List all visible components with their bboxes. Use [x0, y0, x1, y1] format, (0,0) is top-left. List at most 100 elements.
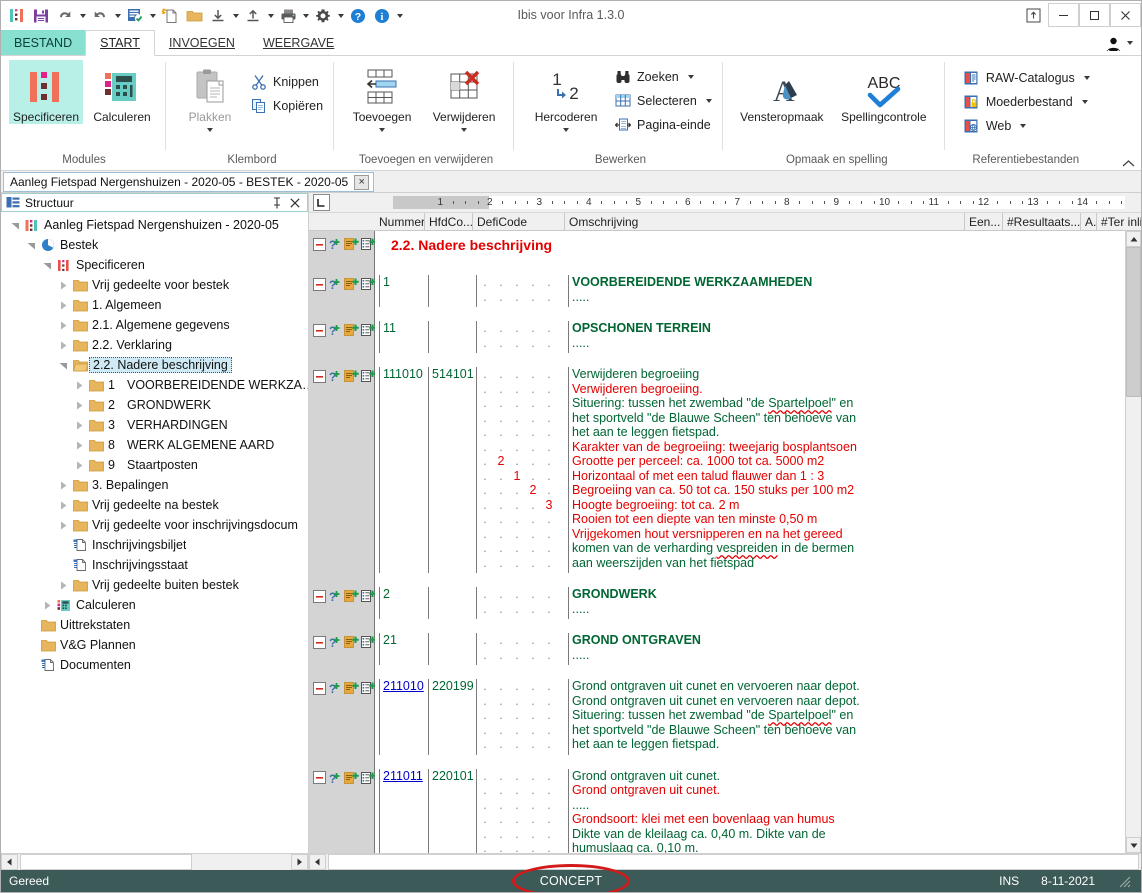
- save-icon[interactable]: [29, 4, 53, 28]
- column-header-deficode[interactable]: DefiCode: [473, 213, 565, 230]
- tab-stop-selector[interactable]: [309, 193, 333, 212]
- nummer-value[interactable]: 211011: [383, 769, 423, 783]
- cell-deficode[interactable]: ..........: [477, 275, 569, 307]
- tree-item-inschrijvingsstaat[interactable]: Inschrijvingsstaat: [1, 555, 308, 575]
- row-bestekspost-111010[interactable]: 111010 514101............................…: [379, 367, 1119, 573]
- cell-nummer[interactable]: 2: [379, 587, 429, 619]
- document-tab-close-icon[interactable]: ×: [354, 174, 370, 190]
- export-icon[interactable]: [241, 4, 265, 28]
- structure-hscroll-thumb[interactable]: [20, 854, 192, 870]
- tree-item-2-2-verklaring[interactable]: 2.2. Verklaring: [1, 335, 308, 355]
- structure-hscrollbar[interactable]: [1, 853, 308, 870]
- cell-hfdcode[interactable]: [429, 633, 477, 665]
- import-icon[interactable]: [206, 4, 230, 28]
- document-hscrollbar[interactable]: [309, 853, 1141, 870]
- settings-dropdown-caret-icon[interactable]: [335, 4, 346, 28]
- tree-twisty-expanded-icon[interactable]: [55, 361, 71, 370]
- tree-item-verhardingen[interactable]: 3 VERHARDINGEN: [1, 415, 308, 435]
- hercoderen-button[interactable]: 1 2 Hercoderen: [525, 60, 607, 136]
- web-dropdown-caret-icon[interactable]: [1020, 123, 1027, 128]
- close-button[interactable]: [1110, 3, 1141, 27]
- cell-deficode[interactable]: ..........: [477, 587, 569, 619]
- validate-icon[interactable]: [123, 4, 147, 28]
- export-dropdown-caret-icon[interactable]: [265, 4, 276, 28]
- tree-item-specificeren[interactable]: Specificeren: [1, 255, 308, 275]
- calculeren-button[interactable]: Calculeren: [85, 60, 159, 124]
- document-tab[interactable]: Aanleg Fietspad Nergenshuizen - 2020-05 …: [3, 172, 375, 192]
- resize-grip-icon[interactable]: [1117, 874, 1131, 888]
- row-paragraaf-21[interactable]: 21.......... GROND ONTGRAVEN.....: [379, 633, 1119, 665]
- settings-gear-icon[interactable]: [311, 4, 335, 28]
- note-add-icon[interactable]: [344, 369, 359, 386]
- tree-item-1-algemeen[interactable]: 1. Algemeen: [1, 295, 308, 315]
- tree-item-aanleg-fietspad-nergenshuizen-2020-05[interactable]: Aanleg Fietspad Nergenshuizen - 2020-05: [1, 215, 308, 235]
- note-add-icon[interactable]: [344, 771, 359, 788]
- row-gutter-controls[interactable]: ?: [313, 681, 376, 698]
- toevoegen-dropdown-caret-icon[interactable]: [379, 124, 386, 136]
- row-gutter[interactable]: ????????: [309, 231, 376, 853]
- row-paragraaf-11[interactable]: 11.......... OPSCHONEN TERREIN.....: [379, 321, 1119, 353]
- row-gutter-controls[interactable]: ?: [313, 277, 376, 294]
- question-add-icon[interactable]: ?: [328, 589, 342, 606]
- raw-catalogus-button[interactable]: RAW-Catalogus: [958, 66, 1094, 89]
- tree-item-grondwerk[interactable]: 2 GRONDWERK: [1, 395, 308, 415]
- cell-hfdcode[interactable]: [429, 587, 477, 619]
- column-header-omschrijving[interactable]: Omschrijving: [565, 213, 965, 230]
- print-icon[interactable]: [276, 4, 300, 28]
- nummer-value[interactable]: 211010: [383, 679, 424, 693]
- row-gutter-controls[interactable]: ?: [313, 323, 376, 340]
- document-vscrollbar[interactable]: [1125, 231, 1141, 853]
- collapse-minus-icon[interactable]: [313, 277, 326, 294]
- collapse-minus-icon[interactable]: [313, 771, 326, 787]
- row-gutter-controls[interactable]: ?: [313, 771, 376, 788]
- cell-omschrijving[interactable]: Verwijderen begroeiing Verwijderen begroe…: [569, 367, 1119, 573]
- tree-item-calculeren[interactable]: Calculeren: [1, 595, 308, 615]
- question-add-icon[interactable]: ?: [328, 635, 342, 652]
- tree-item-vrij-gedeelte-voor-bestek[interactable]: Vrij gedeelte voor bestek: [1, 275, 308, 295]
- tree-twisty-expanded-icon[interactable]: [7, 221, 23, 230]
- question-add-icon[interactable]: ?: [328, 681, 342, 698]
- vensteropmaak-button[interactable]: A Vensteropmaak: [736, 66, 828, 124]
- ribbon-display-options-icon[interactable]: [1018, 1, 1048, 30]
- note-add-icon[interactable]: [344, 635, 359, 652]
- vscroll-thumb[interactable]: [1126, 247, 1141, 397]
- document-body[interactable]: 2.2. Nadere beschrijving 1.......... VOOR…: [375, 231, 1125, 853]
- plakken-dropdown-caret-icon[interactable]: [207, 124, 213, 136]
- cell-nummer[interactable]: 1: [379, 275, 429, 307]
- tree-item-uittrekstaten[interactable]: Uittrekstaten: [1, 615, 308, 635]
- tree-twisty-collapsed-icon[interactable]: [71, 421, 87, 430]
- row-gutter-controls[interactable]: ?: [313, 589, 376, 606]
- account-menu[interactable]: [1104, 30, 1141, 56]
- plakken-button[interactable]: Plakken: [177, 60, 243, 136]
- collapse-ribbon-button[interactable]: [1122, 159, 1135, 168]
- row-hoofdstuk-2[interactable]: 2.......... GRONDWERK.....: [379, 587, 1119, 619]
- column-header-hfdcode[interactable]: HfdCo...: [425, 213, 473, 230]
- selecteren-button[interactable]: Selecteren: [609, 89, 716, 112]
- help-icon[interactable]: ?: [346, 4, 370, 28]
- verwijderen-dropdown-caret-icon[interactable]: [461, 124, 468, 136]
- cell-hfdcode[interactable]: [429, 321, 477, 353]
- new-document-icon[interactable]: [158, 4, 182, 28]
- undo-icon[interactable]: [53, 4, 77, 28]
- tree-twisty-expanded-icon[interactable]: [39, 261, 55, 270]
- structure-hscroll-right-button[interactable]: [291, 854, 308, 870]
- tree-twisty-collapsed-icon[interactable]: [71, 441, 87, 450]
- cell-hfdcode[interactable]: 220199: [429, 679, 477, 755]
- minimize-button[interactable]: [1048, 3, 1079, 27]
- redo-icon[interactable]: [88, 4, 112, 28]
- cell-nummer[interactable]: 211011: [379, 768, 429, 853]
- vscroll-track[interactable]: [1126, 247, 1141, 837]
- tree-twisty-collapsed-icon[interactable]: [55, 341, 71, 350]
- collapse-minus-icon[interactable]: [313, 589, 326, 606]
- cell-hfdcode[interactable]: [429, 275, 477, 307]
- specificeren-button[interactable]: Specificeren: [9, 60, 83, 124]
- column-header-eenheid[interactable]: Een...: [965, 213, 1003, 230]
- cell-deficode[interactable]: ...............................2.....1..…: [477, 367, 569, 573]
- note-add-icon[interactable]: [344, 681, 359, 698]
- question-add-icon[interactable]: ?: [328, 771, 342, 788]
- tree-item-3-bepalingen[interactable]: 3. Bepalingen: [1, 475, 308, 495]
- pagina-einde-button[interactable]: Pagina-einde: [609, 113, 716, 136]
- horizontal-ruler[interactable]: 123456789101112131415161718: [333, 193, 1125, 212]
- cell-deficode[interactable]: ...............................2.....1..…: [477, 768, 569, 853]
- maximize-button[interactable]: [1079, 3, 1110, 27]
